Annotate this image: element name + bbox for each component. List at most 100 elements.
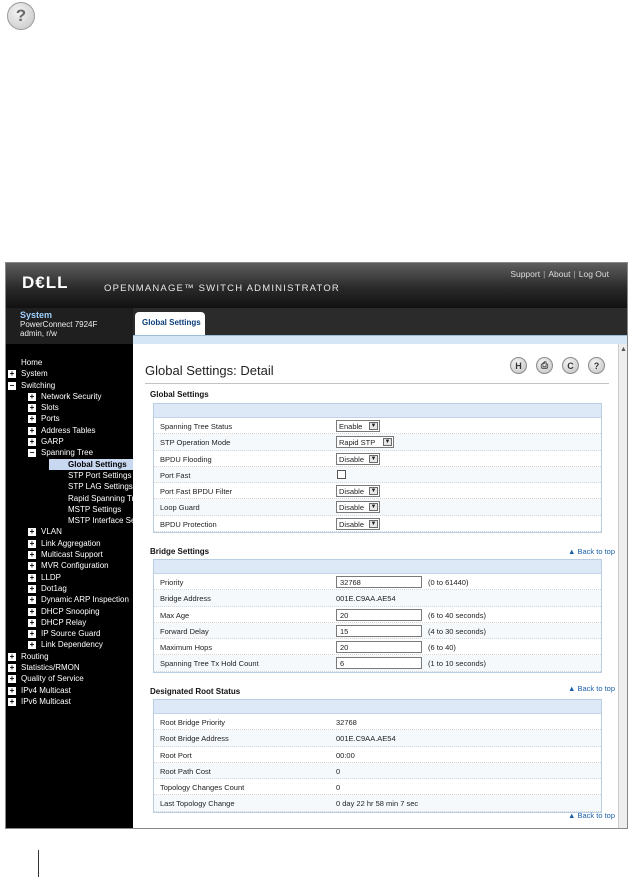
sidebar-item[interactable]: + IPv6 Multicast — [6, 696, 133, 707]
sidebar-item[interactable]: Global Settings — [49, 458, 133, 470]
expand-icon[interactable]: + — [28, 618, 36, 627]
status-label: Root Path Cost — [160, 766, 211, 776]
setting-label: Spanning Tree Tx Hold Count — [160, 659, 259, 669]
sidebar-item[interactable]: + DHCP Snooping — [6, 606, 133, 617]
expand-icon[interactable]: + — [28, 415, 36, 424]
sidebar-item-label: DHCP Snooping — [41, 606, 100, 616]
sidebar-item[interactable]: + Address Tables — [6, 425, 133, 436]
setting-input[interactable]: 6 — [336, 657, 422, 670]
setting-select[interactable]: Rapid STP ▼ — [336, 436, 394, 449]
back-to-top-link[interactable]: ▲ Back to top — [568, 547, 615, 556]
setting-input[interactable]: 15 — [336, 624, 422, 637]
expand-icon[interactable]: + — [28, 584, 36, 593]
sidebar-item-label: Ports — [41, 414, 60, 424]
setting-label: Port Fast BPDU Filter — [160, 487, 233, 497]
logout-link[interactable]: Log Out — [579, 269, 609, 279]
chevron-down-icon[interactable]: ▼ — [369, 519, 378, 528]
expand-icon[interactable]: + — [28, 528, 36, 537]
sidebar-item[interactable]: + Routing — [6, 651, 133, 662]
sidebar-item[interactable]: + Ports — [6, 413, 133, 424]
expand-icon[interactable]: + — [28, 573, 36, 582]
sidebar-item[interactable]: + Multicast Support — [6, 549, 133, 560]
sidebar-item[interactable]: MSTP Settings — [6, 504, 133, 515]
expand-icon[interactable]: + — [28, 596, 36, 605]
help-icon[interactable]: ? — [588, 357, 605, 374]
setting-select[interactable]: Enable ▼ — [336, 420, 380, 432]
chevron-down-icon[interactable]: ▼ — [369, 422, 378, 430]
expand-icon[interactable]: + — [8, 686, 16, 695]
sidebar-item[interactable]: + IP Source Guard — [6, 628, 133, 639]
expand-icon[interactable]: + — [28, 392, 36, 401]
expand-icon[interactable]: + — [8, 675, 16, 684]
setting-input[interactable]: 20 — [336, 608, 422, 621]
sidebar-item[interactable]: + Link Aggregation — [6, 538, 133, 549]
sidebar-item[interactable]: Home — [6, 357, 133, 368]
chevron-down-icon[interactable]: ▼ — [383, 438, 392, 447]
vertical-scrollbar[interactable]: ▲ — [618, 344, 627, 828]
expand-icon[interactable]: + — [8, 664, 16, 673]
setting-select[interactable]: Disable ▼ — [336, 485, 380, 498]
collapse-icon[interactable]: − — [8, 381, 16, 390]
setting-select[interactable]: Disable ▼ — [336, 452, 380, 465]
sidebar-item[interactable]: MSTP Interface Settings — [6, 515, 133, 526]
chevron-down-icon[interactable]: ▼ — [369, 454, 378, 463]
sidebar-item[interactable]: + Statistics/RMON — [6, 662, 133, 673]
setting-select[interactable]: Disable ▼ — [336, 501, 380, 514]
sidebar-item[interactable]: + Network Security — [6, 391, 133, 402]
setting-input[interactable]: 32768 — [336, 576, 422, 588]
sidebar-item[interactable]: + Quality of Service — [6, 673, 133, 684]
hide-icon[interactable]: H — [510, 357, 527, 374]
sidebar-item[interactable]: + DHCP Relay — [6, 617, 133, 628]
sidebar-item[interactable]: STP LAG Settings — [6, 481, 133, 492]
scroll-up-icon[interactable]: ▲ — [620, 346, 627, 353]
back-to-top-link[interactable]: ▲ Back to top — [568, 811, 615, 820]
chevron-down-icon[interactable]: ▼ — [369, 487, 378, 496]
expand-icon[interactable]: + — [28, 641, 36, 650]
sidebar-item[interactable]: + LLDP — [6, 572, 133, 583]
tab-global-settings[interactable]: Global Settings — [135, 312, 205, 336]
sidebar-item[interactable]: − Switching — [6, 380, 133, 391]
about-link[interactable]: About — [548, 269, 570, 279]
global-settings-panel: Spanning Tree Status Enable ▼ STP Operation… — [153, 403, 602, 534]
expand-icon[interactable]: + — [28, 551, 36, 560]
status-value: 00:00 — [336, 750, 355, 760]
sidebar-item[interactable]: − Spanning Tree — [6, 447, 133, 458]
sidebar-item[interactable]: Rapid Spanning Tree — [6, 493, 133, 504]
expand-icon[interactable]: + — [28, 562, 36, 571]
port-fast-checkbox[interactable] — [337, 469, 346, 479]
setting-select[interactable]: Disable ▼ — [336, 517, 380, 530]
setting-input[interactable]: 20 — [336, 641, 422, 654]
sidebar-item[interactable]: + Dynamic ARP Inspection — [6, 594, 133, 605]
chevron-down-icon[interactable]: ▼ — [369, 503, 378, 512]
sidebar-item-label: Link Dependency — [41, 640, 103, 650]
expand-icon[interactable]: + — [28, 607, 36, 616]
expand-icon[interactable]: + — [28, 539, 36, 548]
expand-icon[interactable]: + — [28, 630, 36, 639]
sidebar-item[interactable]: + IPv4 Multicast — [6, 685, 133, 696]
expand-icon[interactable]: + — [8, 652, 16, 661]
expand-icon[interactable]: + — [8, 370, 16, 379]
status-value: 001E.C9AA.AE54 — [336, 734, 396, 744]
sidebar-item[interactable]: STP Port Settings — [6, 470, 133, 481]
expand-icon[interactable]: + — [28, 438, 36, 447]
status-row: Last Topology Change 0 day 22 hr 58 min 7… — [154, 795, 601, 812]
sidebar-item[interactable]: + Slots — [6, 402, 133, 413]
expand-icon[interactable]: + — [28, 426, 36, 435]
sidebar-item[interactable]: + Link Dependency — [6, 639, 133, 650]
sidebar-item[interactable]: + Dot1ag — [6, 583, 133, 594]
expand-icon[interactable]: + — [28, 404, 36, 413]
system-title[interactable]: System — [20, 311, 133, 320]
expand-icon[interactable]: + — [8, 697, 16, 706]
sidebar-item[interactable]: + MVR Configuration — [6, 560, 133, 571]
print-icon[interactable]: ⎙ — [536, 357, 553, 374]
back-to-top-link[interactable]: ▲ Back to top — [568, 684, 615, 693]
refresh-icon[interactable]: C — [562, 357, 579, 374]
help-icon[interactable]: ? — [7, 2, 35, 30]
collapse-icon[interactable]: − — [28, 449, 36, 458]
setting-label: Priority — [160, 578, 184, 587]
sidebar-item[interactable]: + VLAN — [6, 526, 133, 537]
support-link[interactable]: Support — [510, 269, 540, 279]
sidebar-item[interactable]: + System — [6, 368, 133, 379]
range-hint: (6 to 40 seconds) — [428, 610, 486, 620]
sidebar-item[interactable]: + GARP — [6, 436, 133, 447]
